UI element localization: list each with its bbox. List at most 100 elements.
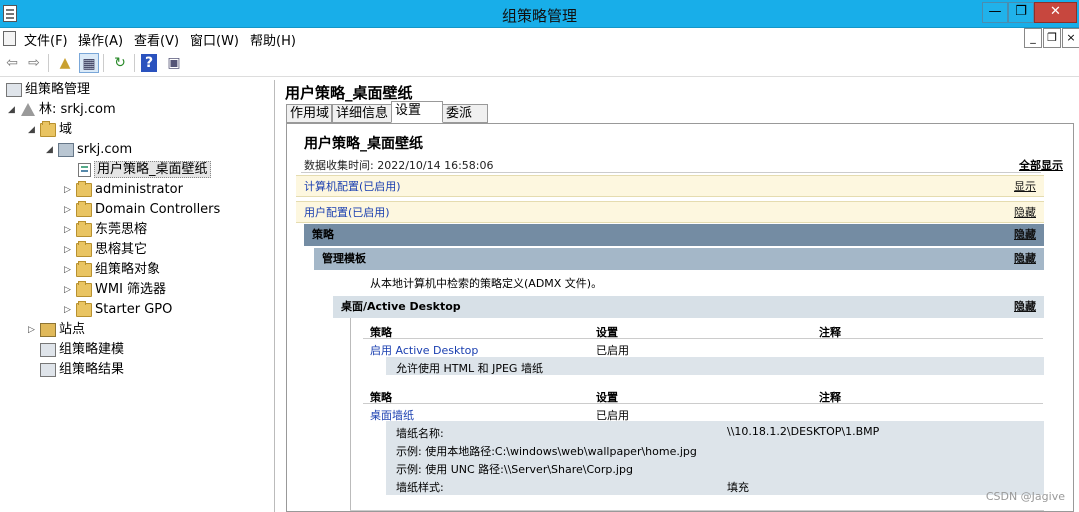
expand-icon[interactable]: ▷ (64, 280, 74, 300)
menu-bar: 文件(F) 操作(A) 查看(V) 窗口(W) 帮助(H) (0, 28, 1079, 49)
admin-templates-header[interactable]: 管理模板 隐藏 (314, 248, 1044, 270)
folder-icon (76, 281, 92, 297)
menu-help[interactable]: 帮助(H) (250, 30, 296, 49)
console-icon[interactable] (3, 31, 16, 46)
tab-delegation[interactable]: 委派 (442, 104, 488, 123)
toolbar-separator (48, 54, 49, 72)
policy-detail-text: 允许使用 HTML 和 JPEG 墙纸 (396, 362, 543, 375)
tree-node-starter-gpo[interactable]: ▷ Starter GPO (64, 300, 172, 320)
expand-icon[interactable]: ▷ (64, 220, 74, 240)
toolbar-separator (134, 54, 135, 72)
toolbar-separator (103, 54, 104, 72)
up-folder-icon[interactable]: ▲ (55, 53, 75, 73)
wallpaper-name-label: 墙纸名称: (396, 427, 444, 440)
tree-node-gpo-objects[interactable]: ▷ 组策略对象 (64, 260, 160, 280)
tree-node-domain[interactable]: ◢ srkj.com (46, 140, 132, 160)
expand-icon[interactable]: ▷ (64, 180, 74, 200)
expand-icon[interactable]: ▷ (64, 200, 74, 220)
tree-node-domain-controllers[interactable]: ▷ Domain Controllers (64, 200, 220, 220)
help-icon[interactable]: ? (141, 54, 157, 72)
tree-node-gp-modeling[interactable]: 组策略建模 (38, 340, 124, 360)
tree-node-gpm[interactable]: 组策略管理 (4, 80, 90, 100)
window-title: 组策略管理 (501, 7, 577, 25)
gp-results-icon (40, 363, 56, 377)
desktop-section-label: 桌面/Active Desktop (341, 300, 461, 313)
collapse-icon[interactable]: ◢ (8, 100, 18, 120)
collapse-icon[interactable]: ◢ (28, 120, 38, 140)
tree-node-ou-administrator[interactable]: ▷ administrator (64, 180, 183, 200)
minimize-button[interactable]: — (982, 2, 1008, 23)
tree-node-sites[interactable]: ▷ 站点 (28, 320, 85, 340)
collapse-icon[interactable]: ◢ (46, 140, 56, 160)
computer-config-show-link[interactable]: 显示 (1014, 176, 1036, 198)
table-divider (363, 403, 1043, 404)
gpm-icon (6, 83, 22, 97)
policy-link-active-desktop[interactable]: 启用 Active Desktop (370, 342, 478, 358)
admin-templates-hide-link[interactable]: 隐藏 (1014, 248, 1036, 270)
admx-note: 从本地计算机中检索的策略定义(ADMX 文件)。 (370, 277, 603, 290)
tree-node-ou-other[interactable]: ▷ 思榕其它 (64, 240, 147, 260)
folder-icon (76, 261, 92, 277)
data-collected-time: 数据收集时间: 2022/10/14 16:58:06 (304, 159, 494, 172)
forward-icon[interactable]: ⇨ (24, 53, 44, 73)
wallpaper-style-value: 填充 (727, 481, 749, 494)
expand-icon[interactable]: ▷ (28, 320, 38, 340)
folder-icon (76, 301, 92, 317)
mdi-minimize-button[interactable]: _ (1024, 28, 1042, 48)
desktop-section-header[interactable]: 桌面/Active Desktop 隐藏 (333, 296, 1044, 318)
tree-node-domains[interactable]: ◢ 域 (28, 120, 72, 140)
policy-setting-value: 已启用 (596, 344, 629, 357)
gp-modeling-icon (40, 343, 56, 357)
tab-details[interactable]: 详细信息 (332, 104, 392, 123)
details-pane: 用户策略_桌面壁纸 作用域 详细信息 设置 委派 用户策略_桌面壁纸 数据收集时… (281, 80, 1079, 512)
folder-icon (40, 121, 56, 137)
refresh-icon[interactable]: ↻ (110, 53, 130, 73)
folder-icon (76, 181, 92, 197)
tree-node-wmi-filters[interactable]: ▷ WMI 筛选器 (64, 280, 166, 300)
forest-icon (20, 103, 36, 117)
tab-scope[interactable]: 作用域 (286, 104, 332, 123)
properties-icon[interactable]: ▣ (164, 53, 184, 73)
tree-node-gpo-link[interactable]: 用户策略_桌面壁纸 (76, 160, 211, 180)
expand-icon[interactable]: ▷ (64, 260, 74, 280)
user-config-hide-link[interactable]: 隐藏 (1014, 202, 1036, 224)
close-button[interactable]: ✕ (1034, 2, 1077, 23)
tree-node-gp-results[interactable]: 组策略结果 (38, 360, 124, 380)
gpo-link-icon (78, 163, 91, 177)
expand-icon[interactable]: ▷ (64, 240, 74, 260)
example-unc-path: 示例: 使用 UNC 路径:\\Server\Share\Corp.jpg (396, 463, 633, 476)
computer-config-label: 计算机配置(已启用) (304, 180, 401, 193)
show-hide-tree-icon[interactable]: ▦ (79, 53, 99, 73)
menu-action[interactable]: 操作(A) (78, 30, 123, 49)
title-bar: 组策略管理 — ❐ ✕ (0, 0, 1079, 28)
policies-hide-link[interactable]: 隐藏 (1014, 224, 1036, 246)
domain-icon (58, 143, 74, 157)
tree-node-forest[interactable]: ◢ 林: srkj.com (8, 100, 116, 120)
pane-title: 用户策略_桌面壁纸 (285, 84, 413, 102)
tab-settings[interactable]: 设置 (391, 101, 443, 123)
back-icon[interactable]: ⇦ (2, 53, 22, 73)
admin-templates-label: 管理模板 (322, 252, 366, 265)
computer-config-header[interactable]: 计算机配置(已启用) 显示 (296, 175, 1044, 197)
site-icon (40, 323, 56, 337)
menu-window[interactable]: 窗口(W) (190, 30, 239, 49)
settings-report: 用户策略_桌面壁纸 数据收集时间: 2022/10/14 16:58:06 全部… (286, 123, 1074, 512)
expand-icon[interactable]: ▷ (64, 300, 74, 320)
user-config-header[interactable]: 用户配置(已启用) 隐藏 (296, 201, 1044, 223)
divider (301, 172, 1041, 173)
menu-file[interactable]: 文件(F) (24, 30, 68, 49)
folder-icon (76, 221, 92, 237)
maximize-button[interactable]: ❐ (1008, 2, 1034, 23)
example-local-path: 示例: 使用本地路径:C:\windows\web\wallpaper\home… (396, 445, 697, 458)
console-tree: 组策略管理 ◢ 林: srkj.com ◢ 域 ◢ srkj.com 用户策略_桌面壁… (0, 80, 275, 512)
tree-node-ou-dongguan[interactable]: ▷ 东莞思榕 (64, 220, 147, 240)
wallpaper-name-value: \\10.18.1.2\DESKTOP\1.BMP (727, 425, 880, 438)
show-all-link[interactable]: 全部显示 (1019, 157, 1063, 173)
desktop-section-hide-link[interactable]: 隐藏 (1014, 296, 1036, 318)
mdi-restore-button[interactable]: ❐ (1043, 28, 1061, 48)
mdi-close-button[interactable]: × (1062, 28, 1079, 48)
menu-view[interactable]: 查看(V) (134, 30, 179, 49)
policies-header[interactable]: 策略 隐藏 (304, 224, 1044, 246)
table-divider (363, 338, 1043, 339)
folder-icon (76, 241, 92, 257)
